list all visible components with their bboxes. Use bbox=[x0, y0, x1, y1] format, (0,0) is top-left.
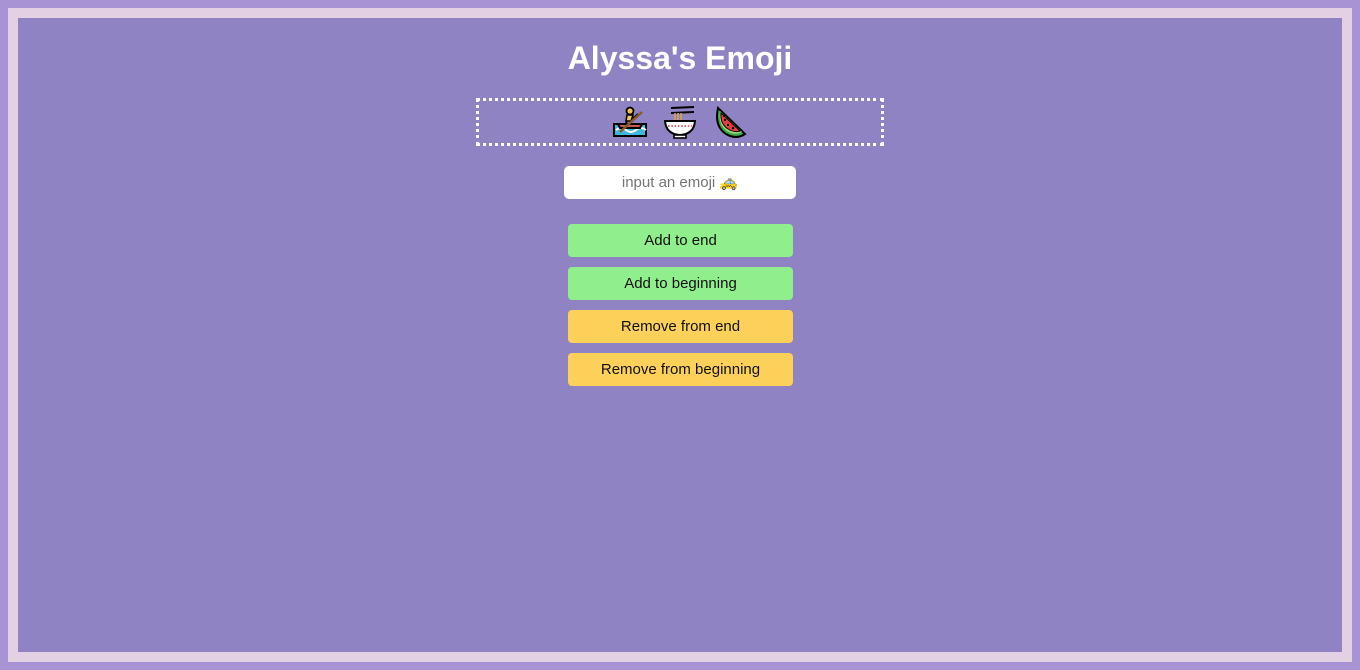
add-to-end-button[interactable]: Add to end bbox=[568, 224, 793, 257]
emoji-input-wrapper bbox=[564, 166, 796, 199]
watermelon-icon bbox=[712, 104, 748, 140]
app-container: Alyssa's Emoji input an emoji 🚕 Add to e… bbox=[18, 18, 1342, 652]
emoji-display-box bbox=[476, 98, 884, 146]
page-title: Alyssa's Emoji bbox=[567, 40, 793, 76]
remove-from-end-button[interactable]: Remove from end bbox=[568, 310, 793, 343]
remove-from-beginning-button[interactable]: Remove from beginning bbox=[568, 353, 793, 386]
person-rowing-boat-icon bbox=[612, 104, 648, 140]
add-to-beginning-button[interactable]: Add to beginning bbox=[568, 267, 793, 300]
emoji-input[interactable] bbox=[564, 166, 796, 199]
steaming-bowl-icon bbox=[662, 104, 698, 140]
